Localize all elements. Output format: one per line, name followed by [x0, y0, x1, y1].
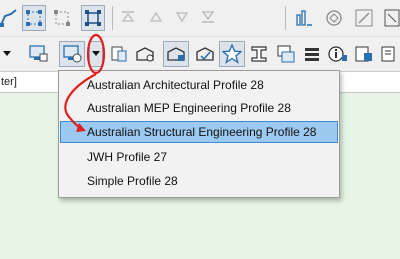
view-profile-icon[interactable] — [59, 41, 85, 67]
chevron-down-icon — [92, 51, 100, 56]
move-up-icon[interactable] — [146, 7, 166, 27]
tracker-icon[interactable] — [322, 5, 346, 31]
display-settings-icon[interactable] — [26, 42, 50, 66]
element-info-icon[interactable] — [292, 5, 316, 31]
beam-tool-icon[interactable] — [248, 42, 270, 66]
move-to-top-icon[interactable] — [118, 7, 138, 27]
menu-item-architectural-profile[interactable]: Australian Architectural Profile 28 — [60, 74, 338, 96]
toolbar-separator — [285, 6, 286, 30]
select-tool-icon[interactable] — [22, 5, 46, 31]
menu-item-structural-profile[interactable]: Australian Structural Engineering Profil… — [60, 121, 338, 143]
measure-tool-icon[interactable] — [352, 5, 376, 31]
toolbar-separator — [112, 6, 113, 30]
top-toolbar — [0, 0, 400, 37]
menu-item-jwh-profile[interactable]: JWH Profile 27 — [60, 146, 338, 168]
document-export-icon[interactable] — [352, 42, 376, 66]
element-info-icon[interactable] — [326, 42, 350, 66]
layer-settings-icon[interactable] — [382, 5, 400, 31]
filter-bar-text: ter] — [1, 76, 17, 88]
profile-dropdown-menu: Australian Architectural Profile 28 Aust… — [58, 70, 340, 198]
layers-icon[interactable] — [300, 42, 324, 66]
publisher-icon[interactable] — [378, 42, 400, 66]
building-material-icon[interactable] — [133, 42, 157, 66]
move-to-bottom-icon[interactable] — [198, 7, 218, 27]
chevron-down-icon[interactable] — [0, 45, 14, 63]
menu-item-simple-profile[interactable]: Simple Profile 28 — [60, 170, 338, 192]
graphic-override-icon[interactable] — [193, 42, 217, 66]
marquee-tool-icon[interactable] — [50, 5, 74, 31]
renovation-filter-icon[interactable] — [163, 41, 189, 67]
polyline-tool-icon[interactable] — [0, 6, 20, 30]
secondary-toolbar — [0, 37, 400, 72]
group-tool-icon[interactable] — [81, 5, 105, 31]
story-settings-icon[interactable] — [108, 42, 130, 66]
favorites-star-icon[interactable] — [219, 41, 245, 67]
menu-item-mep-profile[interactable]: Australian MEP Engineering Profile 28 — [60, 97, 338, 119]
move-down-icon[interactable] — [172, 7, 192, 27]
layout-book-icon[interactable] — [274, 42, 298, 66]
profile-dropdown-button[interactable] — [89, 41, 103, 67]
